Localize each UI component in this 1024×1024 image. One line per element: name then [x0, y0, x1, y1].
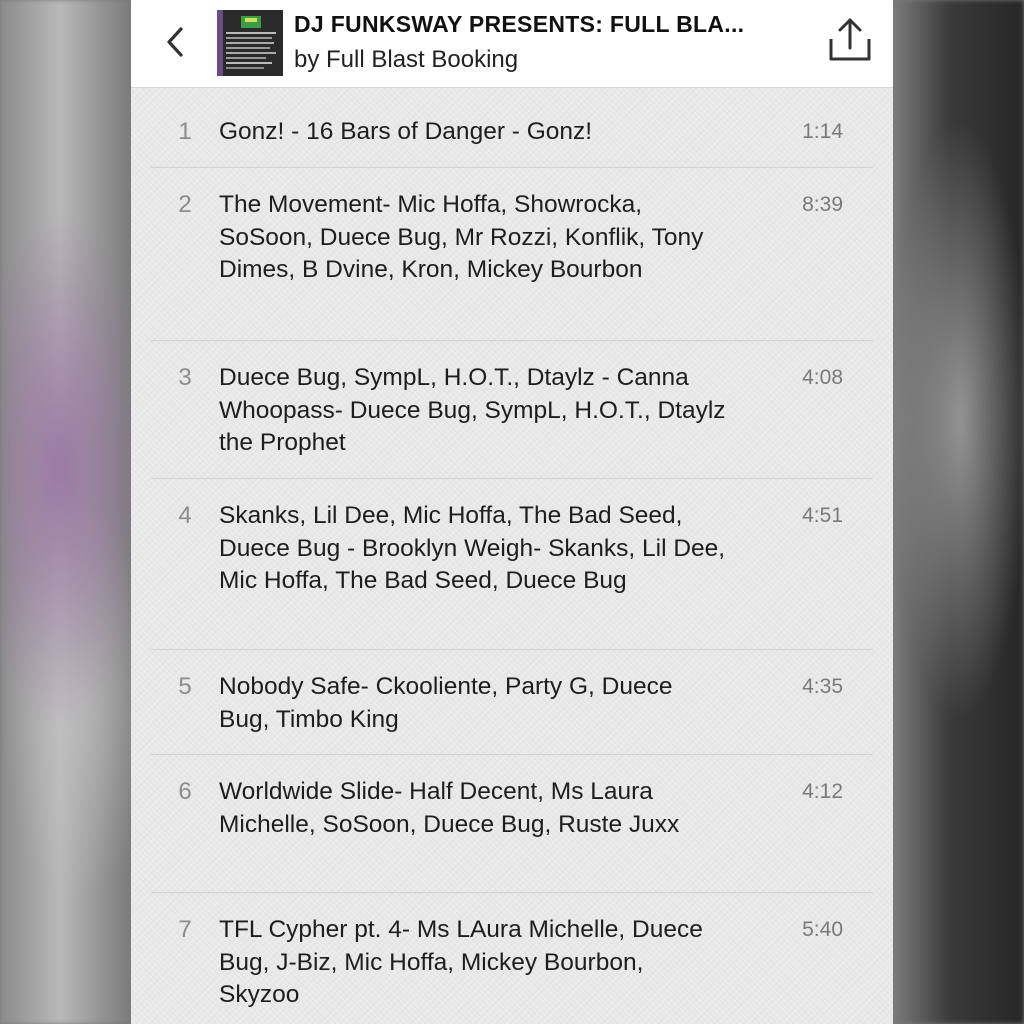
album-title: DJ FUNKSWAY PRESENTS: FULL BLA... [294, 11, 745, 37]
track-title: Duece Bug, SympL, H.O.T., Dtaylz - Canna… [219, 364, 726, 457]
track-title: TFL Cypher pt. 4- Ms LAura Michelle, Due… [219, 916, 703, 1009]
back-button[interactable] [159, 24, 191, 60]
track-row[interactable]: 4 Skanks, Lil Dee, Mic Hoffa, The Bad Se… [151, 479, 873, 650]
track-duration: 1:14 [802, 120, 843, 143]
chevron-left-icon [167, 27, 183, 57]
track-number: 3 [178, 364, 192, 391]
album-artist-link[interactable]: by Full Blast Booking [294, 46, 518, 74]
track-title: Skanks, Lil Dee, Mic Hoffa, The Bad Seed… [219, 502, 726, 595]
track-number: 2 [178, 191, 192, 218]
track-row[interactable]: 7 TFL Cypher pt. 4- Ms LAura Michelle, D… [151, 893, 873, 1024]
share-button[interactable] [825, 14, 875, 64]
track-duration: 4:12 [802, 780, 843, 803]
track-number: 6 [178, 778, 192, 805]
track-number: 7 [178, 916, 192, 943]
track-title: Nobody Safe- Ckooliente, Party G, Duece … [219, 673, 673, 733]
track-duration: 4:08 [802, 366, 843, 389]
track-duration: 5:40 [802, 918, 843, 941]
track-row[interactable]: 6 Worldwide Slide- Half Decent, Ms Laura… [151, 755, 873, 893]
track-number: 4 [178, 502, 192, 529]
track-row[interactable]: 2 The Movement- Mic Hoffa, Showrocka, So… [151, 168, 873, 341]
track-title: Worldwide Slide- Half Decent, Ms Laura M… [219, 778, 680, 838]
track-duration: 8:39 [802, 193, 843, 216]
share-icon [829, 18, 871, 61]
track-number: 5 [178, 673, 192, 700]
track-number: 1 [178, 118, 192, 145]
track-list: 1 Gonz! - 16 Bars of Danger - Gonz! 1:14… [151, 97, 873, 1024]
track-title: The Movement- Mic Hoffa, Showrocka, SoSo… [219, 191, 704, 284]
track-duration: 4:51 [802, 504, 843, 527]
track-row[interactable]: 1 Gonz! - 16 Bars of Danger - Gonz! 1:14 [151, 97, 873, 168]
album-art-image [217, 10, 283, 76]
track-title: Gonz! - 16 Bars of Danger - Gonz! [219, 118, 593, 145]
album-art-thumbnail[interactable] [217, 10, 283, 76]
track-row[interactable]: 3 Duece Bug, SympL, H.O.T., Dtaylz - Can… [151, 341, 873, 479]
app-screen: DJ FUNKSWAY PRESENTS: FULL BLA... by Ful… [131, 0, 893, 1024]
track-duration: 4:35 [802, 675, 843, 698]
track-row[interactable]: 5 Nobody Safe- Ckooliente, Party G, Duec… [151, 650, 873, 755]
album-header: DJ FUNKSWAY PRESENTS: FULL BLA... by Ful… [131, 0, 893, 88]
